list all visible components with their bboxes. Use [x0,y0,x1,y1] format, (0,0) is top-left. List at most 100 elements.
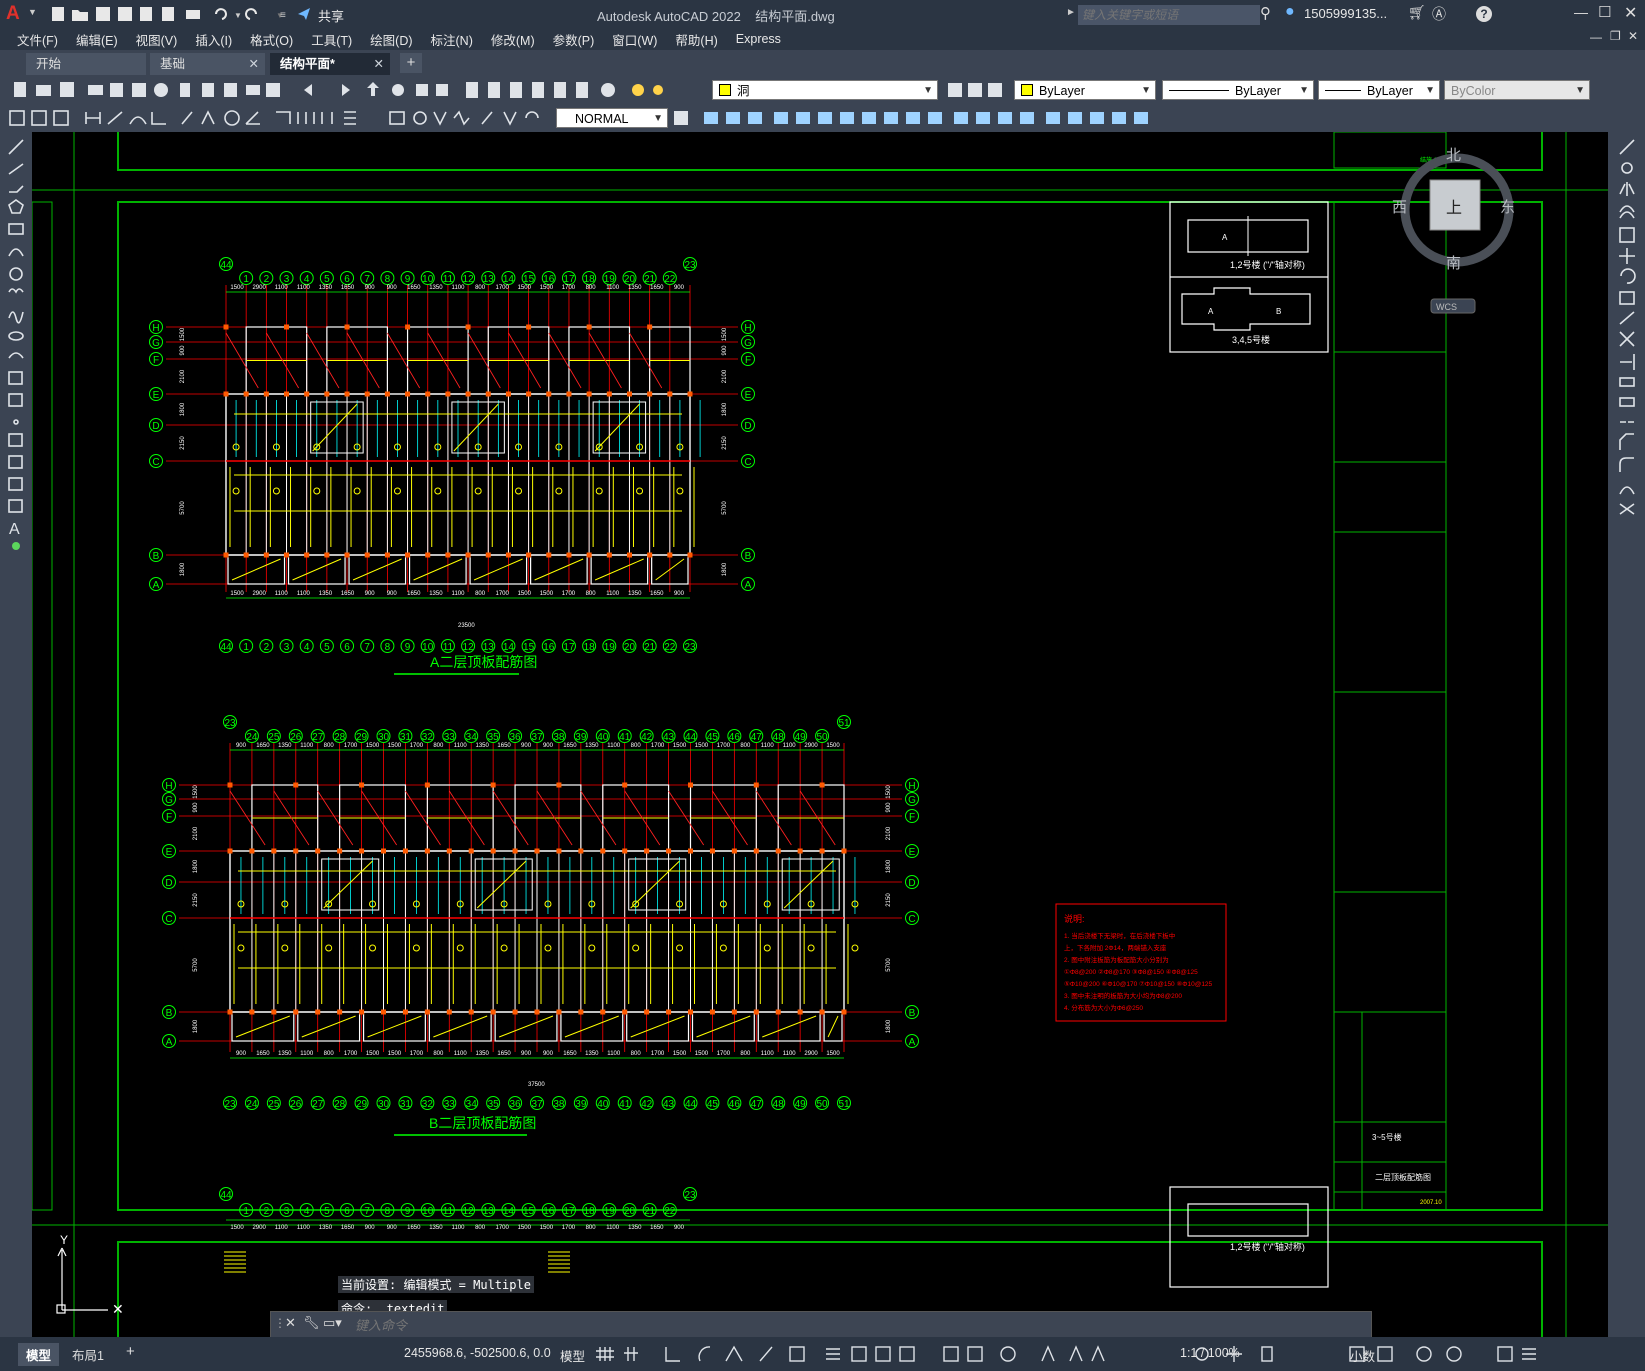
annotation-scale[interactable]: 1:1 / 100% [1180,1346,1240,1360]
plotstyle-dropdown[interactable]: ByColor ▼ [1444,80,1590,100]
menu-view[interactable]: 视图(V) [127,30,187,49]
dim-text: 1650 [256,1051,270,1057]
axis-bubble-label: 16 [543,642,555,653]
trim-icon [1619,331,1635,347]
axis-bubble-label: 45 [707,1099,719,1110]
dim-text: 1350 [278,743,292,749]
column [666,848,672,854]
dim-text: 800 [475,591,486,597]
new-tab-button[interactable]: + [400,53,422,73]
model-space-toggle[interactable]: 模型 [560,1346,585,1365]
minimize-button[interactable]: — [1574,4,1588,20]
tab-start[interactable]: 开始 [26,53,146,75]
axis-bubble-label: 24 [246,1099,258,1110]
layer-on-icon [632,84,644,96]
tab-layout1[interactable]: 布局1 [72,1345,104,1364]
command-prompt-icon[interactable]: ▭▾ [323,1315,342,1331]
layer-dropdown[interactable]: 洞 ▼ [712,80,938,100]
dim-text: 1100 [783,743,797,749]
menu-tools[interactable]: 工具(T) [302,30,361,49]
close-icon[interactable]: ✕ [285,1315,296,1331]
share-button[interactable]: 共享 [318,6,344,25]
dim-text: 1700 [496,1225,510,1231]
axis-bubble-label: 19 [604,274,616,285]
dim-text: 1700 [410,1051,424,1057]
autocad-logo[interactable]: A [6,3,28,25]
autodesk-a360-icon[interactable]: Ⓐ [1432,4,1446,24]
column [405,391,411,397]
row-bubble-label: B [909,1008,916,1019]
tab-structural-plan[interactable]: 结构平面* ✕ [270,53,390,75]
dim-text: 1650 [407,1225,421,1231]
menu-parametric[interactable]: 参数(P) [544,30,604,49]
axis-bubble-label: 30 [378,1099,390,1110]
axis-bubble-label: 31 [400,1099,412,1110]
axis-bubble-label: 15 [523,1206,535,1217]
tab-foundation[interactable]: 基础 ✕ [150,53,265,75]
save-web-icon [162,7,174,21]
dim-text: 1700 [717,743,731,749]
break-icon [954,112,968,124]
close-button[interactable]: ✕ [1624,3,1637,23]
svg-text:▼: ▼ [234,11,242,20]
dimstyle-dropdown[interactable]: NORMAL ▼ [556,108,668,128]
row-dim-text: 5700 [722,501,728,515]
cart-icon[interactable]: 🛒︎ [1408,4,1426,21]
command-input[interactable] [353,1314,1367,1336]
doc-close-button[interactable]: ✕ [1628,29,1638,43]
continue-dim-icon [321,112,333,124]
close-icon[interactable]: ✕ [374,53,384,75]
menu-draw[interactable]: 绘图(D) [361,30,421,49]
axis-bubble-label: 44 [220,260,232,271]
user-name[interactable]: 1505999135... [1304,6,1387,21]
column [468,1009,474,1015]
help-icon[interactable]: ? [1476,6,1492,22]
move-icon [818,112,832,124]
open-file-icon [72,10,88,21]
doc-restore-button[interactable]: ❐ [1610,29,1621,43]
column [512,1009,518,1015]
menu-file[interactable]: 文件(F) [8,30,67,49]
units-display[interactable]: 小数 [1350,1346,1375,1365]
menu-edit[interactable]: 编辑(E) [67,30,127,49]
linetype-dropdown[interactable]: ByLayer ▼ [1162,80,1314,100]
user-icon[interactable]: ● [1285,3,1295,21]
lineweight-dropdown[interactable]: ByLayer ▼ [1318,80,1440,100]
edit-icon [9,110,25,126]
close-icon[interactable]: ✕ [249,53,259,75]
dim-text: 1500 [540,285,554,291]
add-layout-button[interactable]: + [126,1343,135,1360]
doc-minimize-button[interactable]: — [1590,30,1602,44]
search-chevron-icon[interactable]: ► [1066,7,1076,18]
search-icon[interactable]: ⚲ [1260,4,1271,22]
dim-text: 1700 [562,591,576,597]
dim-text: 1350 [628,285,642,291]
splinedit-icon [1134,112,1148,124]
drawing-canvas[interactable]: 3~5号楼 二层顶板配筋图 2007.10 结施-34 A A B 1,2号楼 … [32,132,1608,1337]
axis-bubble-label: 42 [641,1099,653,1110]
menu-window[interactable]: 窗口(W) [603,30,666,49]
maximize-button[interactable]: ☐ [1598,3,1611,21]
coordinates[interactable]: 2455968.6, -502500.6, 0.0 [404,1346,551,1360]
axis-bubble-label: 29 [356,732,368,743]
row-dim-text: 1500 [886,785,892,799]
menu-express[interactable]: Express [727,32,790,46]
search-input[interactable] [1078,5,1260,25]
customize-icon[interactable]: 🔧︎ [303,1315,320,1331]
wcs-menu[interactable]: WCS [1436,302,1457,312]
app-menu-chevron-icon[interactable]: ▼ [28,7,37,17]
color-dropdown[interactable]: ByLayer ▼ [1014,80,1156,100]
linear-dim-icon [85,112,101,124]
column [405,324,411,330]
column [709,848,715,854]
menu-help[interactable]: 帮助(H) [666,30,726,49]
row-bubble-label: G [908,795,916,806]
copy-icon [202,83,214,97]
menu-insert[interactable]: 插入(I) [186,30,241,49]
menu-dimension[interactable]: 标注(N) [422,30,482,49]
tab-model[interactable]: 模型 [18,1343,60,1366]
axis-bubble-label: 20 [624,642,636,653]
menu-modify[interactable]: 修改(M) [482,30,544,49]
menu-format[interactable]: 格式(O) [241,30,302,49]
axis-bubble-label: 44 [220,642,232,653]
